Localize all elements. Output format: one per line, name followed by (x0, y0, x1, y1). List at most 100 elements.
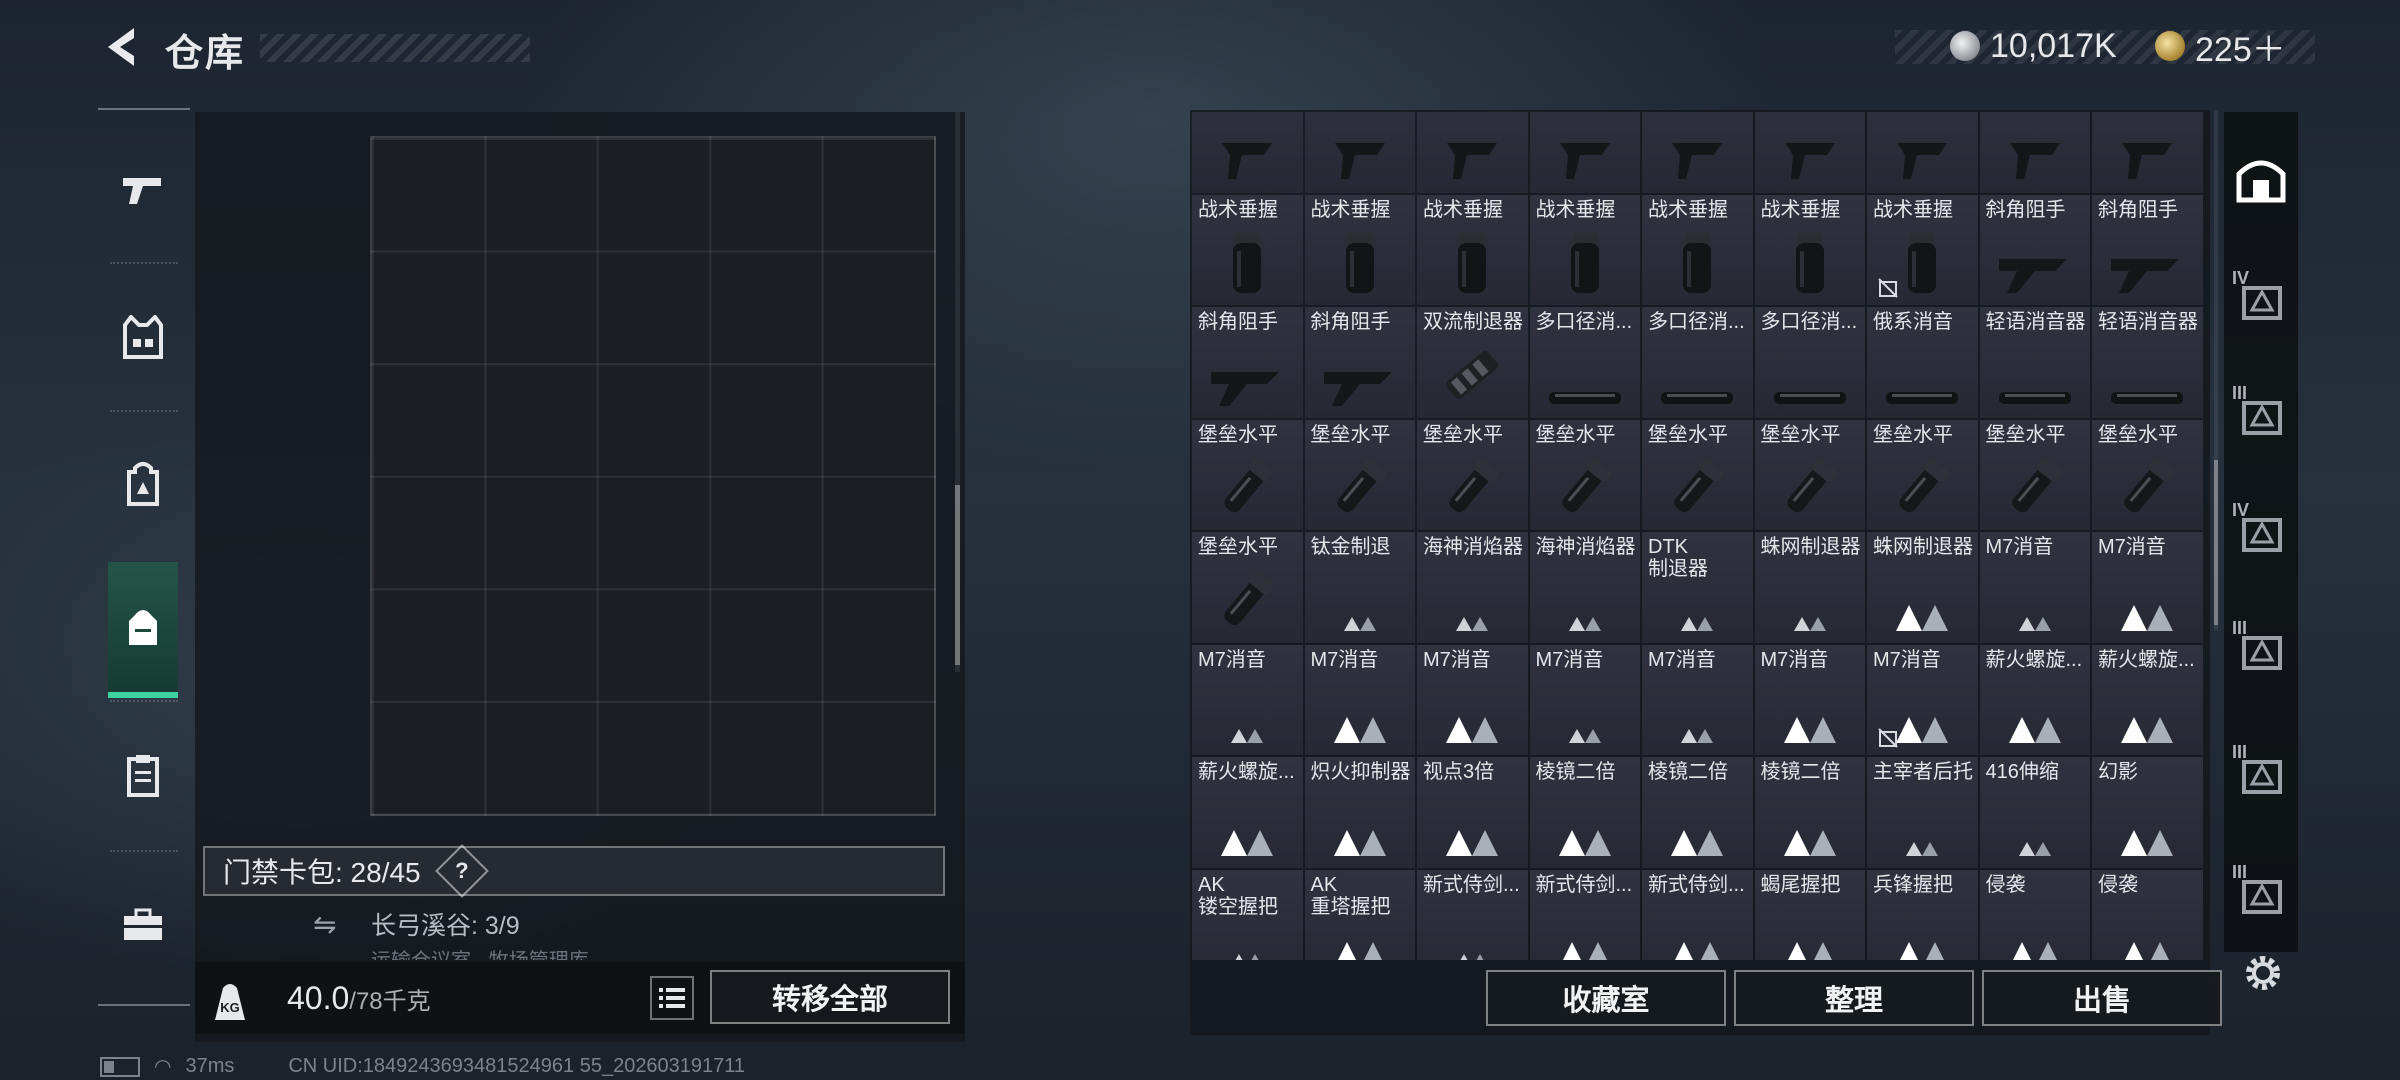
inventory-item[interactable]: M7消音 (1417, 644, 1528, 755)
inventory-item[interactable]: 多口径消... (1529, 307, 1640, 418)
inventory-item[interactable]: AK 镂空握把 (1192, 869, 1303, 960)
inventory-item[interactable]: 斜角阻手 (1304, 307, 1415, 418)
inventory-item[interactable]: 多口径消... (1642, 307, 1753, 418)
inventory-item[interactable]: 蛛网制退器 (1754, 532, 1865, 643)
transfer-all-button[interactable]: 转移全部 (710, 970, 950, 1024)
sidebar-item-pouch[interactable] (108, 562, 178, 698)
inventory-item[interactable]: M7消音 (1642, 644, 1753, 755)
sidebar-item-toolbox[interactable] (108, 860, 178, 990)
inventory-item[interactable]: 棱镜二倍 (1754, 757, 1865, 868)
inventory-item[interactable]: 侵袭 (1979, 869, 2090, 960)
organize-button[interactable]: 整理 (1734, 970, 1974, 1026)
inventory-item[interactable]: 战术垂握 (1304, 194, 1415, 305)
back-arrow-icon[interactable] (96, 22, 146, 72)
vgrip-icon (1642, 231, 1753, 297)
inventory-item[interactable]: 斜角阻手 (1192, 307, 1303, 418)
inventory-item[interactable]: 双流制退器 (1417, 307, 1528, 418)
inventory-item[interactable]: AK 重塔握把 (1304, 869, 1415, 960)
inventory-item[interactable]: 战术垂握 (1754, 194, 1865, 305)
sell-button[interactable]: 出售 (1982, 970, 2222, 1026)
inventory-item[interactable]: 战术垂握 (1642, 194, 1753, 305)
inventory-item[interactable]: 新式侍剑... (1529, 869, 1640, 960)
inventory-item[interactable]: 斜角阻手 (1979, 194, 2090, 305)
inventory-item[interactable]: M7消音 (1979, 532, 2090, 643)
sidebar-item-armor[interactable] (108, 272, 178, 402)
inventory-item[interactable] (1642, 112, 1753, 193)
inventory-item[interactable]: 堡垒水平 (1417, 419, 1528, 530)
gold-currency[interactable]: 225＋ (2155, 26, 2286, 69)
settings-gear-icon[interactable] (2240, 950, 2286, 996)
inventory-item[interactable]: 主宰者后托 (1867, 757, 1978, 868)
inventory-item[interactable] (1979, 112, 2090, 193)
card-bag-row[interactable]: 门禁卡包: 28/45 ? (203, 844, 945, 898)
category-tier-6[interactable]: III (2228, 862, 2294, 928)
inventory-item[interactable] (1529, 112, 1640, 193)
help-icon[interactable]: ? (434, 844, 489, 898)
inventory-item[interactable]: 堡垒水平 (1192, 419, 1303, 530)
inventory-item[interactable]: 堡垒水平 (1192, 532, 1303, 643)
inventory-item[interactable]: 堡垒水平 (1642, 419, 1753, 530)
inventory-item[interactable]: DTK 制退器 (1642, 532, 1753, 643)
inventory-item[interactable]: 新式侍剑... (1642, 869, 1753, 960)
inventory-item[interactable]: M7消音 (1304, 644, 1415, 755)
left-scrollbar[interactable] (955, 485, 960, 665)
inventory-item[interactable]: 薪火螺旋... (2092, 644, 2203, 755)
inventory-item[interactable]: 视点3倍 (1417, 757, 1528, 868)
inventory-item[interactable]: 海神消焰器 (1529, 532, 1640, 643)
inventory-item[interactable]: 薪火螺旋... (1192, 757, 1303, 868)
container-grid[interactable] (370, 136, 936, 816)
inventory-item[interactable] (1304, 112, 1415, 193)
inventory-item[interactable]: 轻语消音器 (1979, 307, 2090, 418)
inventory-item[interactable]: 海神消焰器 (1417, 532, 1528, 643)
inventory-item[interactable]: 战术垂握 (1867, 194, 1978, 305)
category-tier-5[interactable]: III (2228, 742, 2294, 808)
inventory-item[interactable]: 蛛网制退器 (1867, 532, 1978, 643)
map-key-row[interactable]: ⇋ 长弓溪谷: 3/9 (203, 900, 945, 942)
inventory-item[interactable]: 堡垒水平 (1304, 419, 1415, 530)
inventory-item[interactable]: 战术垂握 (1529, 194, 1640, 305)
category-tier-4[interactable]: III (2228, 618, 2294, 684)
inventory-item[interactable]: 堡垒水平 (1529, 419, 1640, 530)
inventory-item[interactable]: 斜角阻手 (2092, 194, 2203, 305)
sidebar-item-backpack[interactable] (108, 418, 178, 548)
inventory-item[interactable]: 轻语消音器 (2092, 307, 2203, 418)
inventory-item[interactable] (1754, 112, 1865, 193)
inventory-item[interactable] (1867, 112, 1978, 193)
inventory-item[interactable]: 炽火抑制器 (1304, 757, 1415, 868)
inventory-item[interactable]: 侵袭 (2092, 869, 2203, 960)
inventory-item[interactable]: M7消音 (1192, 644, 1303, 755)
inventory-item[interactable]: 钛金制退 (1304, 532, 1415, 643)
inventory-item[interactable] (1192, 112, 1303, 193)
inventory-item[interactable]: M7消音 (2092, 532, 2203, 643)
inventory-item[interactable]: 堡垒水平 (1979, 419, 2090, 530)
inventory-item[interactable]: 幻影 (2092, 757, 2203, 868)
category-tier-1[interactable]: IV (2228, 268, 2294, 334)
inventory-item[interactable]: 416伸缩 (1979, 757, 2090, 868)
category-tier-3[interactable]: IV (2228, 500, 2294, 566)
inventory-item[interactable]: 多口径消... (1754, 307, 1865, 418)
inventory-item[interactable]: 俄系消音 (1867, 307, 1978, 418)
inventory-item[interactable]: M7消音 (1529, 644, 1640, 755)
inventory-item[interactable]: 堡垒水平 (1867, 419, 1978, 530)
sidebar-item-tasks[interactable] (108, 710, 178, 840)
sidebar-item-weapons[interactable] (108, 125, 178, 255)
inventory-item[interactable]: 战术垂握 (1417, 194, 1528, 305)
list-view-button[interactable] (650, 976, 694, 1020)
collection-room-button[interactable]: 收藏室 (1486, 970, 1726, 1026)
category-tier-2[interactable]: III (2228, 383, 2294, 449)
inventory-item[interactable]: 蝎尾握把 (1754, 869, 1865, 960)
inventory-item[interactable]: 兵锋握把 (1867, 869, 1978, 960)
inventory-item[interactable]: 薪火螺旋... (1979, 644, 2090, 755)
inventory-item[interactable]: 新式侍剑... (1417, 869, 1528, 960)
inventory-item[interactable]: 棱镜二倍 (1529, 757, 1640, 868)
inventory-item[interactable]: M7消音 (1867, 644, 1978, 755)
right-scrollbar[interactable] (2214, 460, 2218, 625)
category-all[interactable] (2228, 145, 2294, 211)
inventory-item[interactable] (1417, 112, 1528, 193)
inventory-item[interactable]: M7消音 (1754, 644, 1865, 755)
inventory-item[interactable]: 战术垂握 (1192, 194, 1303, 305)
inventory-item[interactable]: 堡垒水平 (2092, 419, 2203, 530)
inventory-item[interactable]: 堡垒水平 (1754, 419, 1865, 530)
inventory-item[interactable] (2092, 112, 2203, 193)
inventory-item[interactable]: 棱镜二倍 (1642, 757, 1753, 868)
